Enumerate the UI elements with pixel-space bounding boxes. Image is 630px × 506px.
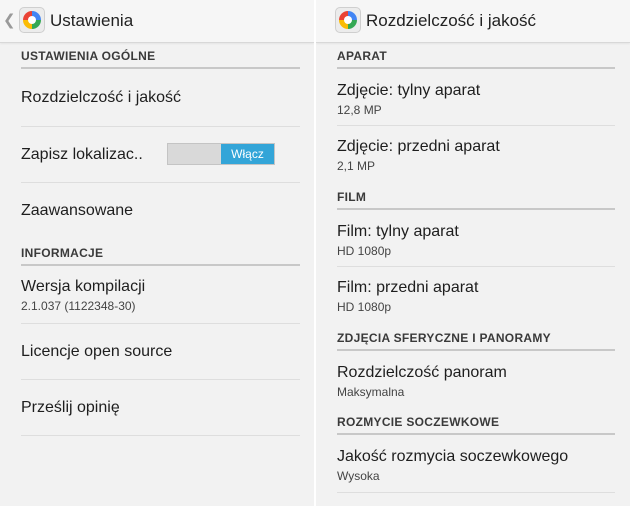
item-label: Film: tylny aparat — [337, 223, 459, 240]
divider — [21, 323, 300, 324]
item-value: Maksymalna — [337, 385, 405, 399]
item-value: HD 1080p — [337, 300, 392, 314]
section-header-lens-blur: ROZMYCIE SOCZEWKOWE — [337, 415, 615, 435]
divider — [337, 266, 615, 267]
item-label: Wersja kompilacji — [21, 278, 146, 295]
section-header-panorama: ZDJĘCIA SFERYCZNE I PANORAMY — [337, 331, 615, 351]
item-label: Rozdzielczość panoram — [337, 364, 507, 381]
section-header-camera: APARAT — [337, 49, 615, 69]
settings-item-video-front[interactable]: Film: przedni aparat HD 1080p — [337, 279, 615, 314]
divider — [21, 126, 300, 127]
item-label: Zdjęcie: przedni aparat — [337, 138, 500, 155]
settings-item-panorama-resolution[interactable]: Rozdzielczość panoram Maksymalna — [337, 364, 615, 399]
section-header-info: INFORMACJE — [21, 246, 300, 266]
back-chevron-icon[interactable]: ❮ — [3, 11, 16, 29]
section-header-general: USTAWIENIA OGÓLNE — [21, 49, 300, 69]
toggle-thumb: Włącz — [221, 144, 274, 164]
camera-app-icon[interactable] — [19, 7, 45, 33]
item-label: Zdjęcie: tylny aparat — [337, 82, 481, 99]
item-label: Zaawansowane — [21, 202, 134, 219]
item-label: Film: przedni aparat — [337, 279, 479, 296]
settings-item-video-rear[interactable]: Film: tylny aparat HD 1080p — [337, 223, 615, 258]
action-bar: Rozdzielczość i jakość — [316, 0, 630, 43]
divider — [21, 182, 300, 183]
settings-item-build-version[interactable]: Wersja kompilacji 2.1.037 (1122348-30) — [21, 278, 300, 313]
divider — [21, 435, 300, 436]
divider — [337, 125, 615, 126]
item-value: 2,1 MP — [337, 159, 376, 173]
item-value: 2.1.037 (1122348-30) — [21, 299, 136, 313]
settings-item-lens-blur-quality[interactable]: Jakość rozmycia soczewkowego Wysoka — [337, 448, 615, 483]
settings-item-photo-rear[interactable]: Zdjęcie: tylny aparat 12,8 MP — [337, 82, 615, 117]
settings-panel: ❮ Ustawienia USTAWIENIA OGÓLNE Rozdzielc… — [0, 0, 314, 506]
settings-item-photo-front[interactable]: Zdjęcie: przedni aparat 2,1 MP — [337, 138, 615, 173]
page-title: Ustawienia — [50, 11, 134, 30]
location-toggle[interactable]: Włącz — [167, 143, 275, 165]
item-label: Prześlij opinię — [21, 399, 120, 416]
divider — [337, 492, 615, 493]
settings-item-licenses[interactable]: Licencje open source — [21, 343, 300, 361]
item-label: Rozdzielczość i jakość — [21, 89, 182, 106]
divider — [21, 379, 300, 380]
settings-item-resolution[interactable]: Rozdzielczość i jakość — [21, 89, 300, 107]
settings-item-advanced[interactable]: Zaawansowane — [21, 202, 300, 220]
item-value: HD 1080p — [337, 244, 392, 258]
section-header-video: FILM — [337, 190, 615, 210]
resolution-panel: Rozdzielczość i jakość APARAT Zdjęcie: t… — [316, 0, 630, 506]
action-bar: ❮ Ustawienia — [0, 0, 314, 43]
item-label: Jakość rozmycia soczewkowego — [337, 448, 569, 465]
page-title: Rozdzielczość i jakość — [366, 11, 537, 30]
item-value: 12,8 MP — [337, 103, 382, 117]
settings-item-feedback[interactable]: Prześlij opinię — [21, 399, 300, 417]
item-label: Licencje open source — [21, 343, 173, 360]
camera-app-icon[interactable] — [335, 7, 361, 33]
item-value: Wysoka — [337, 469, 380, 483]
